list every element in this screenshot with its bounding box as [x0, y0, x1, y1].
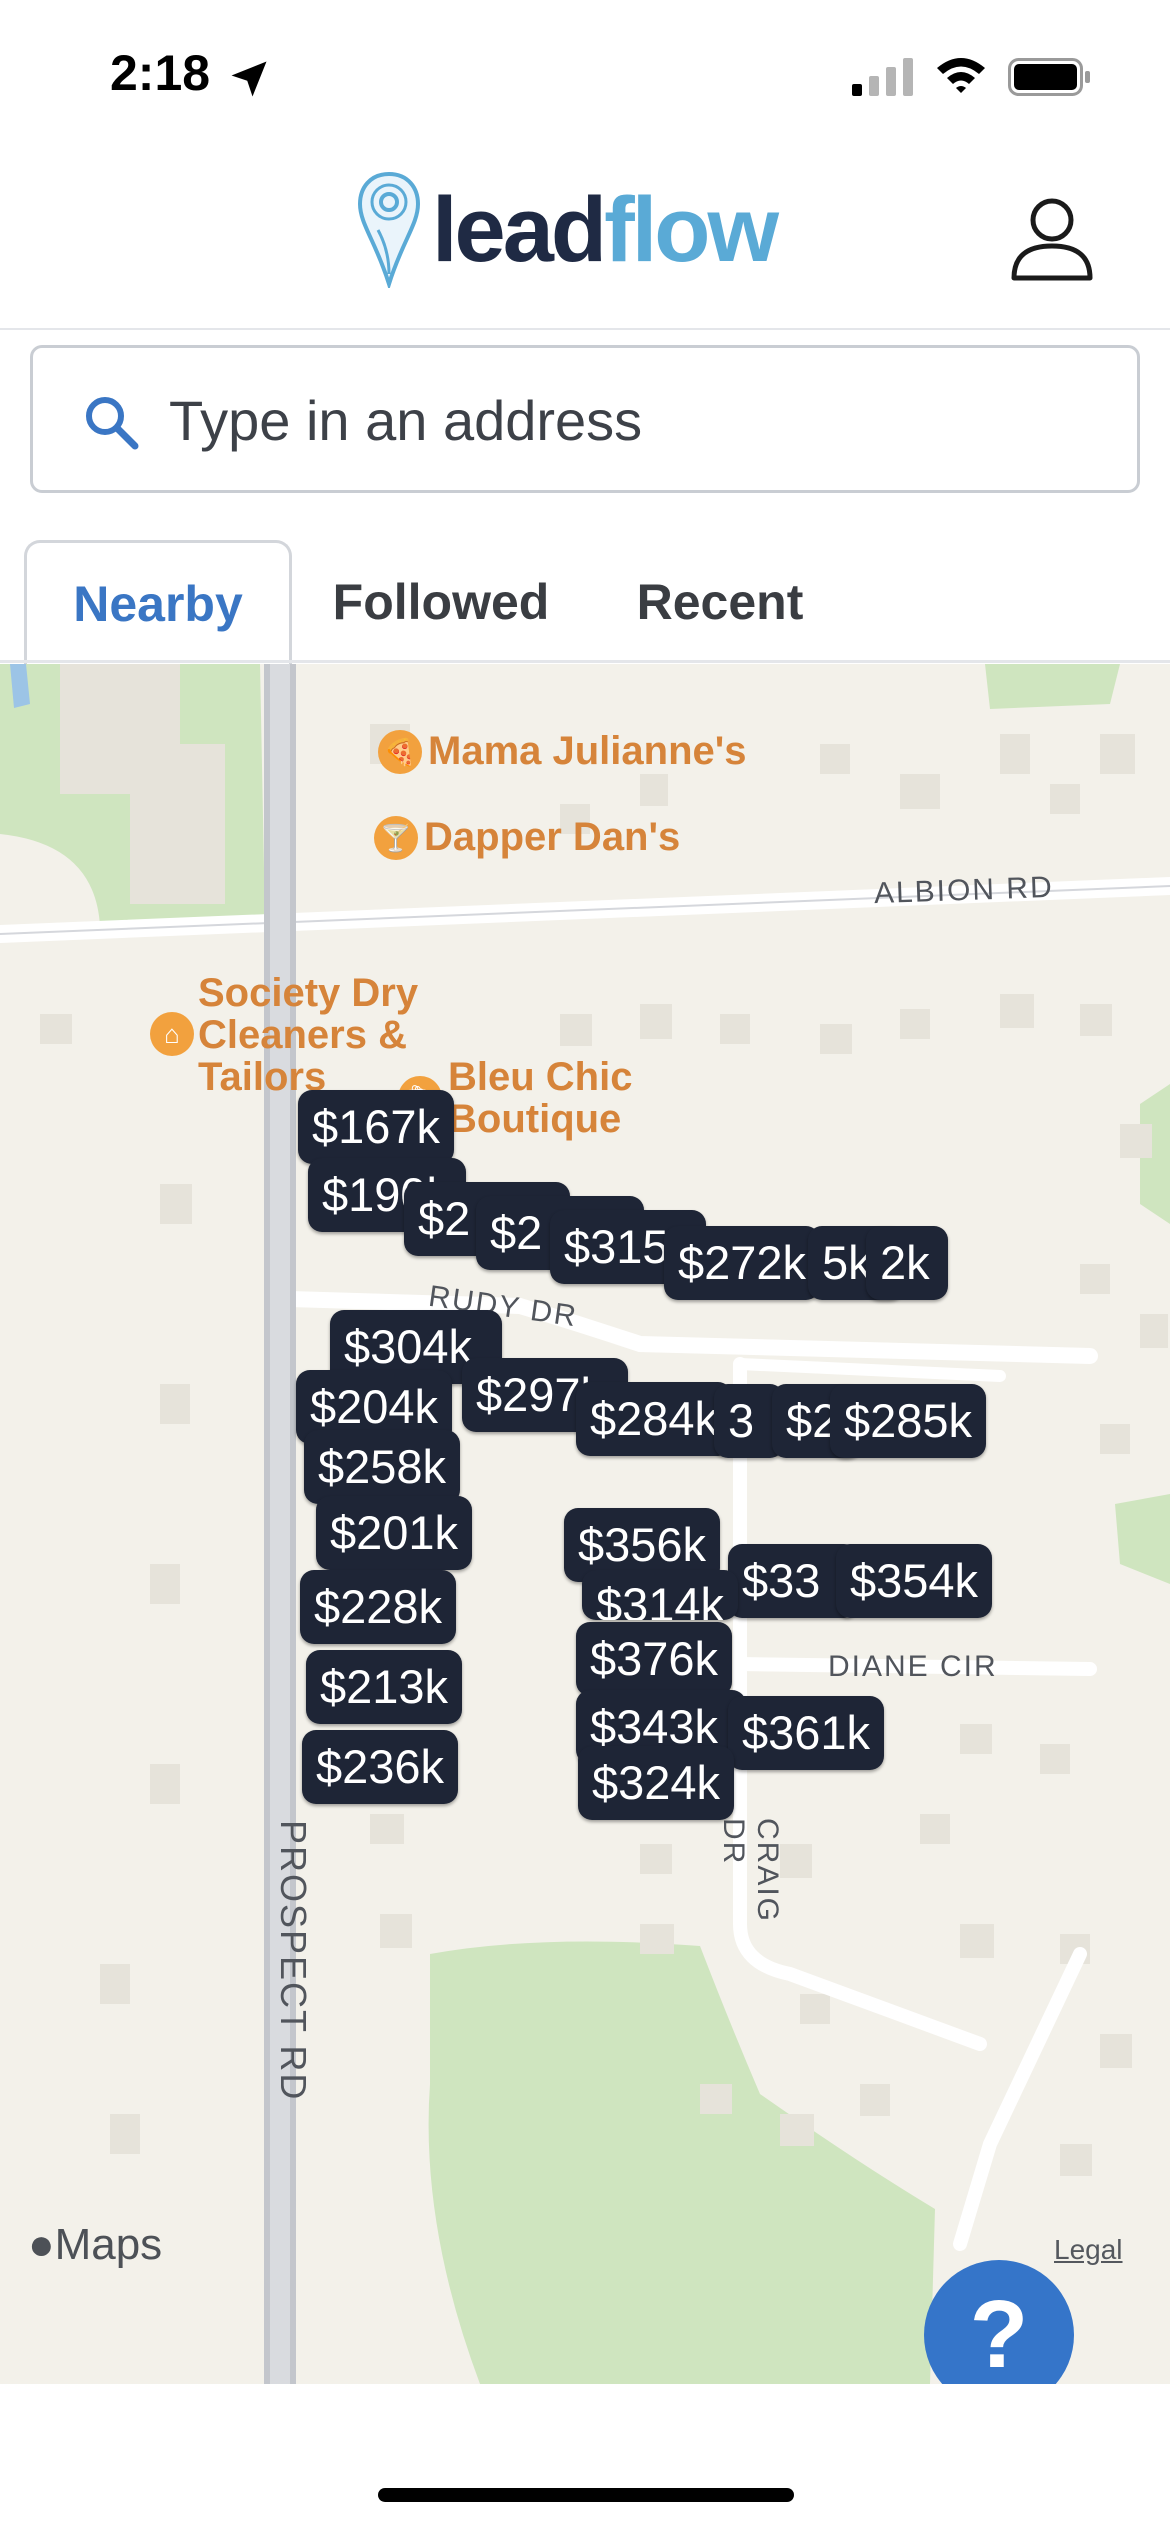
logo-lead-text: lead: [432, 179, 607, 281]
price-marker[interactable]: $228k: [300, 1570, 457, 1644]
street-label-albion-rd: ALBION RD: [873, 870, 1055, 911]
status-bar: 2:18: [0, 0, 1170, 150]
price-marker[interactable]: 2k: [866, 1226, 948, 1300]
user-profile-icon[interactable]: [1008, 194, 1096, 282]
app-header: leadflow: [0, 150, 1170, 330]
tab-followed[interactable]: Followed: [316, 540, 566, 664]
logo-pin-icon: [357, 171, 421, 288]
legal-link[interactable]: Legal: [1054, 2234, 1123, 2266]
price-marker[interactable]: $361k: [728, 1696, 885, 1770]
tab-recent[interactable]: Recent: [600, 540, 840, 664]
price-marker[interactable]: $258k: [304, 1430, 461, 1504]
price-marker[interactable]: $167k: [298, 1090, 455, 1164]
cellular-signal-icon: [852, 58, 913, 96]
cocktail-icon: 🍸: [374, 816, 418, 860]
price-marker[interactable]: $272k: [664, 1226, 821, 1300]
pizza-icon: 🍕: [378, 730, 422, 774]
price-marker[interactable]: $324k: [578, 1746, 735, 1820]
apple-maps-credit: ●Maps: [28, 2220, 162, 2270]
price-marker[interactable]: $376k: [576, 1622, 733, 1696]
search-bar: [30, 345, 1140, 493]
tab-nearby[interactable]: Nearby: [24, 540, 292, 664]
address-search-input[interactable]: [169, 378, 1109, 462]
battery-icon: [1008, 58, 1090, 96]
map-view[interactable]: 🍕 Mama Julianne's 🍸 Dapper Dan's ⌂ Socie…: [0, 664, 1170, 2384]
apple-logo-icon: ●: [28, 2220, 55, 2269]
logo-flow-text: flow: [604, 179, 779, 281]
street-label-craig-dr: CRAIG DR: [717, 1818, 784, 1924]
home-indicator[interactable]: [378, 2488, 794, 2502]
price-marker[interactable]: $314k: [582, 1570, 739, 1620]
price-marker[interactable]: $284k: [576, 1382, 733, 1456]
poi-dapper-dans[interactable]: Dapper Dan's: [424, 816, 680, 858]
status-time: 2:18: [110, 45, 211, 101]
price-marker[interactable]: $236k: [302, 1730, 459, 1804]
poi-bleu-chic-boutique[interactable]: Bleu Chic Boutique: [448, 1056, 658, 1140]
search-icon: [86, 397, 139, 450]
tab-divider: [0, 660, 1170, 663]
price-marker[interactable]: $285k: [830, 1384, 987, 1458]
location-arrow-icon: [231, 61, 267, 97]
maps-credit-label: Maps: [54, 2220, 163, 2269]
price-marker[interactable]: $213k: [306, 1650, 463, 1724]
price-marker[interactable]: $201k: [316, 1496, 473, 1570]
wifi-icon: [937, 58, 985, 93]
hanger-icon: ⌂: [150, 1012, 194, 1056]
tab-bar: Nearby Followed Recent: [0, 540, 1170, 664]
street-label-prospect-rd: PROSPECT RD: [273, 1820, 314, 2102]
street-label-diane-cir: DIANE CIR: [828, 1650, 998, 1683]
poi-mama-juliannes[interactable]: Mama Julianne's: [428, 730, 747, 772]
app-logo: leadflow: [432, 178, 779, 283]
price-marker[interactable]: $354k: [836, 1544, 993, 1618]
